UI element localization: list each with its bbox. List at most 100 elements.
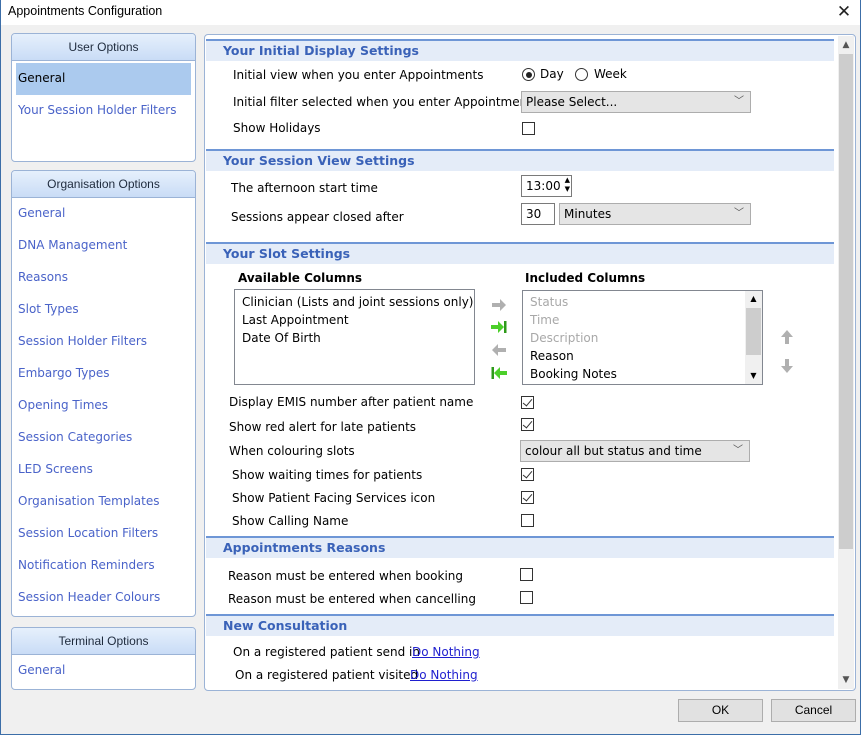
user-options-panel: User Options General Your Session Holder… — [11, 33, 196, 162]
calling-name-label: Show Calling Name — [232, 514, 349, 528]
included-columns-header: Included Columns — [525, 271, 646, 285]
initial-filter-label: Initial filter selected when you enter A… — [233, 95, 539, 109]
window-title: Appointments Configuration — [8, 4, 163, 18]
remove-all-columns-icon[interactable] — [490, 365, 508, 381]
available-columns-header: Available Columns — [238, 271, 363, 285]
scroll-down-icon[interactable]: ▼ — [745, 368, 762, 384]
organisation-options-header: Organisation Options — [12, 171, 195, 198]
reason-cancelling-label: Reason must be entered when cancelling — [228, 592, 476, 606]
scroll-up-icon[interactable]: ▲ — [745, 291, 762, 307]
colouring-slots-label: When colouring slots — [229, 444, 355, 458]
available-column-item[interactable]: Last Appointment — [235, 311, 474, 329]
org-nav-item[interactable]: Organisation Templates — [12, 486, 195, 518]
show-holidays-checkbox[interactable] — [522, 122, 535, 135]
initial-filter-value: Please Select... — [526, 95, 618, 109]
section-title: New Consultation — [223, 618, 348, 633]
reason-cancelling-checkbox[interactable] — [520, 591, 533, 604]
view-day-radio[interactable] — [522, 68, 535, 81]
chevron-down-icon: ﹀ — [733, 445, 743, 456]
scroll-thumb[interactable] — [746, 308, 761, 355]
sessions-closed-label: Sessions appear closed after — [231, 210, 404, 224]
remove-column-arrow-icon[interactable] — [490, 342, 508, 358]
scroll-thumb[interactable] — [839, 54, 853, 549]
included-column-item[interactable]: Time — [523, 311, 762, 329]
reason-booking-checkbox[interactable] — [520, 568, 533, 581]
display-emis-label: Display EMIS number after patient name — [229, 395, 474, 409]
section-title: Your Session View Settings — [223, 153, 415, 168]
included-column-item[interactable]: Status — [523, 293, 762, 311]
add-column-arrow-icon[interactable] — [490, 297, 508, 313]
view-week-label[interactable]: Week — [594, 67, 627, 81]
org-nav-item[interactable]: Session Location Filters — [12, 518, 195, 550]
send-in-label: On a registered patient send in — [233, 645, 420, 659]
add-all-columns-icon[interactable] — [490, 319, 508, 335]
user-nav-general[interactable]: General — [16, 63, 191, 95]
org-nav-item[interactable]: Notification Reminders — [12, 550, 195, 582]
colouring-slots-value: colour all but status and time — [525, 444, 702, 458]
available-column-item[interactable]: Clinician (Lists and joint sessions only… — [235, 293, 474, 311]
section-title: Appointments Reasons — [223, 540, 386, 555]
red-alert-checkbox[interactable] — [521, 418, 534, 431]
calling-name-checkbox[interactable] — [521, 514, 534, 527]
scroll-down-icon[interactable]: ▼ — [838, 672, 854, 688]
colouring-slots-select[interactable]: colour all but status and time ﹀ — [520, 440, 750, 462]
move-up-icon[interactable] — [778, 329, 796, 345]
sessions-closed-value-input[interactable]: 30 — [521, 203, 555, 225]
section-title: Your Slot Settings — [223, 246, 351, 261]
new-consultation-section-header: New Consultation — [206, 614, 834, 636]
appointments-configuration-dialog: Appointments Configuration ✕ User Option… — [0, 0, 861, 735]
user-options-header: User Options — [12, 34, 195, 61]
organisation-options-panel: Organisation Options General DNA Manageme… — [11, 170, 196, 617]
org-nav-item[interactable]: Embargo Types — [12, 358, 195, 390]
move-down-icon[interactable] — [778, 358, 796, 374]
org-nav-item[interactable]: LED Screens — [12, 454, 195, 486]
cancel-button[interactable]: Cancel — [771, 699, 856, 722]
show-holidays-label: Show Holidays — [233, 121, 321, 135]
chevron-down-icon: ﹀ — [734, 96, 744, 107]
included-columns-list[interactable]: Status Time Description Reason Booking Notes… — [522, 290, 763, 385]
available-column-item[interactable]: Date Of Birth — [235, 329, 474, 347]
view-week-radio[interactable] — [575, 68, 588, 81]
chevron-down-icon: ﹀ — [734, 208, 744, 219]
org-nav-item[interactable]: General — [12, 198, 195, 230]
visited-label: On a registered patient visited — [235, 668, 419, 682]
main-scrollbar[interactable]: ▲ ▼ — [838, 36, 854, 689]
user-nav-session-holder-filters[interactable]: Your Session Holder Filters — [12, 95, 195, 127]
included-column-item[interactable]: Booking Notes — [523, 365, 762, 383]
waiting-times-checkbox[interactable] — [521, 468, 534, 481]
org-nav-item[interactable]: Opening Times — [12, 390, 195, 422]
send-in-action-link[interactable]: Do Nothing — [412, 645, 480, 659]
spinner-icon[interactable]: ▲ ▼ — [565, 176, 570, 194]
available-columns-list[interactable]: Clinician (Lists and joint sessions only… — [234, 289, 475, 385]
org-nav-item[interactable]: Reasons — [12, 262, 195, 294]
included-column-item[interactable]: Description — [523, 329, 762, 347]
org-nav-item[interactable]: Slot Types — [12, 294, 195, 326]
scroll-up-icon[interactable]: ▲ — [838, 37, 854, 53]
red-alert-label: Show red alert for late patients — [229, 420, 417, 434]
included-list-scrollbar[interactable]: ▲ ▼ — [745, 291, 762, 384]
org-nav-item[interactable]: Session Holder Filters — [12, 326, 195, 358]
display-emis-checkbox[interactable] — [521, 396, 534, 409]
terminal-nav-general[interactable]: General — [12, 655, 195, 687]
visited-action-link[interactable]: Do Nothing — [410, 668, 478, 682]
initial-view-label: Initial view when you enter Appointments — [233, 68, 484, 82]
afternoon-start-time-input[interactable]: 13:00 ▲ ▼ — [521, 175, 572, 197]
settings-content: Your Initial Display Settings Initial vi… — [204, 34, 856, 691]
org-nav-item[interactable]: Session Categories — [12, 422, 195, 454]
section-title: Your Initial Display Settings — [223, 43, 419, 58]
initial-filter-select[interactable]: Please Select... ﹀ — [521, 91, 751, 113]
close-icon[interactable]: ✕ — [832, 1, 856, 23]
terminal-options-panel: Terminal Options General — [11, 627, 196, 690]
initial-display-section-header: Your Initial Display Settings — [206, 39, 834, 61]
view-day-label[interactable]: Day — [540, 67, 564, 81]
ok-button[interactable]: OK — [678, 699, 763, 722]
afternoon-start-value: 13:00 — [526, 179, 561, 193]
title-bar: Appointments Configuration ✕ — [1, 0, 860, 25]
org-nav-item[interactable]: Session Header Colours — [12, 582, 195, 614]
sessions-closed-unit-select[interactable]: Minutes ﹀ — [559, 203, 751, 225]
org-nav-item[interactable]: DNA Management — [12, 230, 195, 262]
pfs-icon-checkbox[interactable] — [521, 491, 534, 504]
waiting-times-label: Show waiting times for patients — [232, 468, 423, 482]
reason-booking-label: Reason must be entered when booking — [228, 569, 464, 583]
included-column-item[interactable]: Reason — [523, 347, 762, 365]
